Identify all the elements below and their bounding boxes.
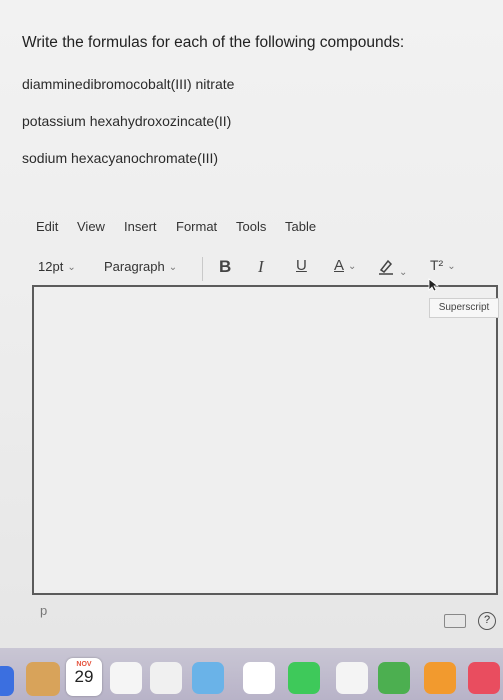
chevron-down-icon: ⌄ <box>67 262 76 273</box>
highlight-button[interactable]: ⌄ <box>377 258 407 281</box>
highlighter-icon <box>379 259 393 275</box>
editor-menubar: Edit View Insert Format Tools Table <box>0 219 503 239</box>
app-icon[interactable] <box>0 666 14 696</box>
contacts-icon[interactable] <box>26 662 60 696</box>
menu-view[interactable]: View <box>77 219 105 234</box>
help-icon[interactable]: ? <box>478 612 496 630</box>
chevron-down-icon: ⌄ <box>447 261 456 272</box>
block-format-value: Paragraph <box>104 259 165 274</box>
bold-button[interactable]: B <box>219 257 231 277</box>
underline-button[interactable]: U <box>296 257 307 274</box>
reminders-icon[interactable] <box>150 662 182 694</box>
keyboard-icon[interactable] <box>444 614 466 628</box>
dock: NOV 29 <box>0 648 503 700</box>
chevron-down-icon: ⌄ <box>168 262 178 273</box>
menu-table[interactable]: Table <box>285 219 316 234</box>
element-path: p <box>40 603 48 618</box>
menu-tools[interactable]: Tools <box>236 219 266 234</box>
font-size-value: 12pt <box>38 259 64 274</box>
font-size-select[interactable]: 12pt ⌄ <box>38 259 76 274</box>
calendar-day: 29 <box>74 667 94 686</box>
messages-icon[interactable] <box>288 662 320 694</box>
text-color-button[interactable]: A ⌄ <box>334 257 356 274</box>
block-format-select[interactable]: Paragraph ⌄ <box>104 259 177 274</box>
compound-2: potassium hexahydroxozincate(II) <box>22 113 232 129</box>
compound-1: diamminedibromocobalt(III) nitrate <box>22 76 235 92</box>
superscript-tooltip: Superscript <box>429 298 499 318</box>
toolbar-divider <box>202 257 203 281</box>
photos-icon[interactable] <box>243 662 275 694</box>
calendar-icon[interactable]: NOV 29 <box>66 658 102 696</box>
assignment-page: Write the formulas for each of the follo… <box>0 0 503 648</box>
question-text: Write the formulas for each of the follo… <box>22 34 405 51</box>
menu-format[interactable]: Format <box>176 219 217 234</box>
maps-icon[interactable] <box>192 662 224 694</box>
menu-insert[interactable]: Insert <box>124 219 157 234</box>
compound-3: sodium hexacyanochromate(III) <box>22 150 219 166</box>
superscript-button[interactable]: T² ⌄ <box>430 257 456 273</box>
italic-button[interactable]: I <box>258 257 264 277</box>
text-color-label: A <box>334 257 345 274</box>
chevron-down-icon: ⌄ <box>399 267 408 278</box>
rich-text-editor-area[interactable] <box>32 285 498 595</box>
freeform-icon[interactable] <box>336 662 368 694</box>
news-icon[interactable] <box>468 662 500 694</box>
superscript-label: T² <box>430 257 444 273</box>
notes-icon[interactable] <box>110 662 142 694</box>
keynote-icon[interactable] <box>424 662 456 694</box>
chevron-down-icon: ⌄ <box>348 261 357 272</box>
mouse-cursor-icon <box>428 278 440 292</box>
menu-edit[interactable]: Edit <box>36 219 58 234</box>
numbers-icon[interactable] <box>378 662 410 694</box>
